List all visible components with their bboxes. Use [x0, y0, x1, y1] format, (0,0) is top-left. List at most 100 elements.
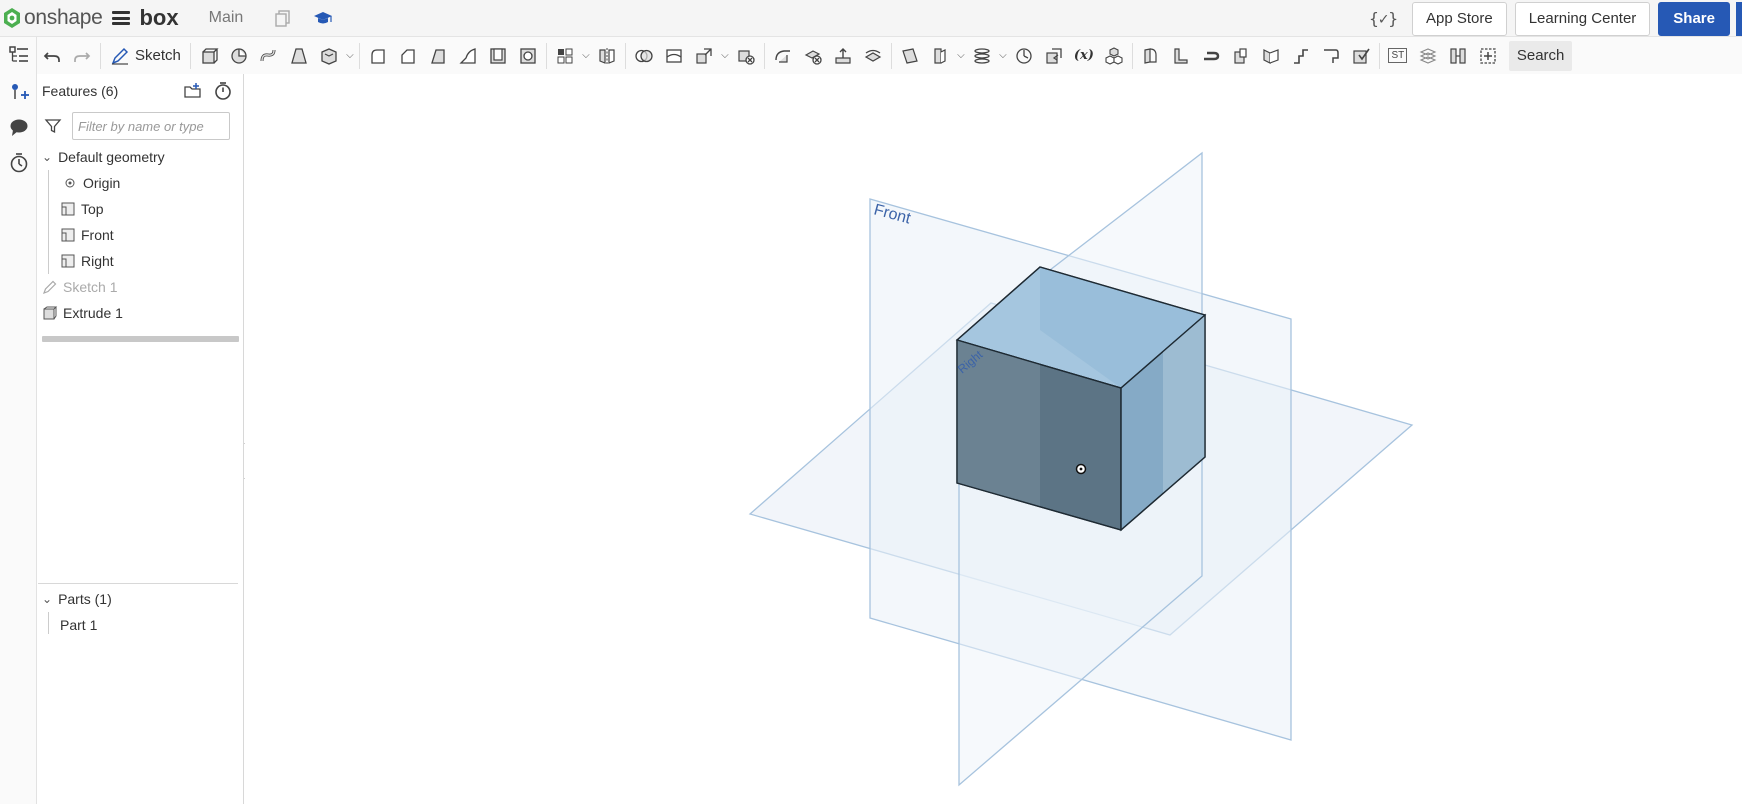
menu-icon[interactable]: [112, 11, 131, 25]
history-icon[interactable]: [0, 145, 37, 181]
draft-icon[interactable]: [423, 41, 453, 71]
sheet-metal-icon[interactable]: [1136, 41, 1166, 71]
redo-icon[interactable]: [67, 41, 97, 71]
variable-icon[interactable]: (x): [1069, 41, 1099, 71]
chevron-down-icon[interactable]: ⌵: [719, 41, 731, 71]
shell-icon[interactable]: [483, 41, 513, 71]
derived-icon[interactable]: [1099, 41, 1129, 71]
app-store-button[interactable]: App Store: [1412, 1, 1507, 36]
left-rail: [0, 37, 37, 804]
onshape-logo[interactable]: onshape: [3, 0, 103, 37]
plane-icon[interactable]: [895, 41, 925, 71]
chevron-down-icon[interactable]: ⌵: [955, 41, 967, 71]
parts-children: Part 1: [38, 612, 238, 638]
fillet-icon[interactable]: [363, 41, 393, 71]
variables-button[interactable]: {✓}: [1369, 9, 1398, 28]
filter-icon[interactable]: [44, 117, 62, 135]
graphics-viewport[interactable]: Front Right: [245, 74, 1742, 804]
hole-icon[interactable]: [513, 41, 543, 71]
origin-icon: [62, 175, 78, 191]
add-folder-icon[interactable]: [183, 81, 203, 101]
rollback-icon[interactable]: [1039, 41, 1069, 71]
flange-icon[interactable]: [1166, 41, 1196, 71]
delete-face-icon[interactable]: [798, 41, 828, 71]
toolbar-divider: [1131, 42, 1133, 69]
tree-item-part1[interactable]: Part 1: [38, 612, 238, 638]
thicken-icon[interactable]: [314, 41, 344, 71]
standard-content-icon[interactable]: ST: [1383, 41, 1413, 71]
pencil-icon: [42, 279, 58, 295]
chevron-down-icon[interactable]: ⌵: [580, 41, 592, 71]
tree-item-top[interactable]: Top: [38, 196, 243, 222]
toolbar-divider: [100, 42, 101, 69]
tree-item-right[interactable]: Right: [38, 248, 243, 274]
sweep-icon[interactable]: [254, 41, 284, 71]
split-icon[interactable]: [659, 41, 689, 71]
rib-icon[interactable]: [453, 41, 483, 71]
filter-row: [38, 108, 243, 144]
insert-icon[interactable]: [0, 73, 37, 109]
onshape-logo-icon: [4, 8, 20, 28]
workspace-name[interactable]: Main: [209, 9, 244, 27]
extrude-icon[interactable]: [194, 41, 224, 71]
chevron-down-icon[interactable]: ⌄: [42, 150, 52, 164]
measure-icon[interactable]: [1009, 41, 1039, 71]
front-label: Front: [81, 227, 114, 243]
features-title: Features (6): [42, 83, 119, 99]
finish-sheet-metal-icon[interactable]: [1346, 41, 1376, 71]
toolbar-divider: [545, 42, 547, 69]
corner-icon[interactable]: [1316, 41, 1346, 71]
modify-fillet-icon[interactable]: [768, 41, 798, 71]
loft-icon[interactable]: [284, 41, 314, 71]
weldment-icon[interactable]: [1443, 41, 1473, 71]
undo-icon[interactable]: [37, 41, 67, 71]
transform-icon[interactable]: [689, 41, 719, 71]
chamfer-icon[interactable]: [393, 41, 423, 71]
parts-group[interactable]: ⌄ Parts (1): [38, 586, 238, 612]
model-view[interactable]: Front Right: [245, 74, 1742, 804]
versions-icon[interactable]: [273, 8, 293, 28]
origin-marker-dot: [1079, 467, 1083, 471]
pattern-icon[interactable]: [550, 41, 580, 71]
default-geometry-group[interactable]: ⌄ Default geometry: [38, 144, 243, 170]
tree-item-extrude1[interactable]: Extrude 1: [38, 300, 243, 326]
replace-face-icon[interactable]: [858, 41, 888, 71]
right-label: Right: [81, 253, 114, 269]
toolbar-divider: [358, 42, 360, 69]
share-button[interactable]: Share: [1658, 1, 1730, 36]
filter-input[interactable]: [72, 112, 230, 140]
hem-icon[interactable]: [1196, 41, 1226, 71]
mirror-icon[interactable]: [592, 41, 622, 71]
add-custom-feature-icon[interactable]: [1473, 41, 1503, 71]
logo-text: onshape: [24, 6, 103, 29]
frame-icon[interactable]: [1413, 41, 1443, 71]
account-edge[interactable]: [1736, 1, 1742, 36]
stopwatch-icon[interactable]: [213, 81, 233, 101]
chevron-down-icon[interactable]: ⌄: [42, 592, 52, 606]
move-face-icon[interactable]: [828, 41, 858, 71]
helix-icon[interactable]: [967, 41, 997, 71]
tree-item-front[interactable]: Front: [38, 222, 243, 248]
plane-icon: [60, 227, 76, 243]
chevron-down-icon[interactable]: ⌵: [997, 41, 1009, 71]
bend-icon[interactable]: [1256, 41, 1286, 71]
sketch-button[interactable]: Sketch: [104, 41, 187, 71]
form-icon[interactable]: [1286, 41, 1316, 71]
comments-icon[interactable]: [0, 109, 37, 145]
tree-item-origin[interactable]: Origin: [38, 170, 243, 196]
feature-list-icon[interactable]: [0, 37, 37, 73]
rollback-bar[interactable]: [42, 336, 239, 342]
tree-item-sketch1[interactable]: Sketch 1: [38, 274, 243, 300]
delete-part-icon[interactable]: [731, 41, 761, 71]
document-name[interactable]: box: [139, 5, 178, 31]
feature-panel: Features (6) ⌄ Default geometry Origin T…: [38, 74, 244, 804]
learning-center-button[interactable]: Learning Center: [1514, 1, 1651, 36]
toolbar-divider: [189, 42, 191, 69]
search-tools-button[interactable]: Search: [1508, 40, 1573, 71]
revolve-icon[interactable]: [224, 41, 254, 71]
chevron-down-icon[interactable]: ⌵: [344, 41, 356, 71]
mate-connector-icon[interactable]: [925, 41, 955, 71]
learning-cap-icon[interactable]: [313, 8, 333, 28]
tab-icon[interactable]: [1226, 41, 1256, 71]
boolean-icon[interactable]: [629, 41, 659, 71]
